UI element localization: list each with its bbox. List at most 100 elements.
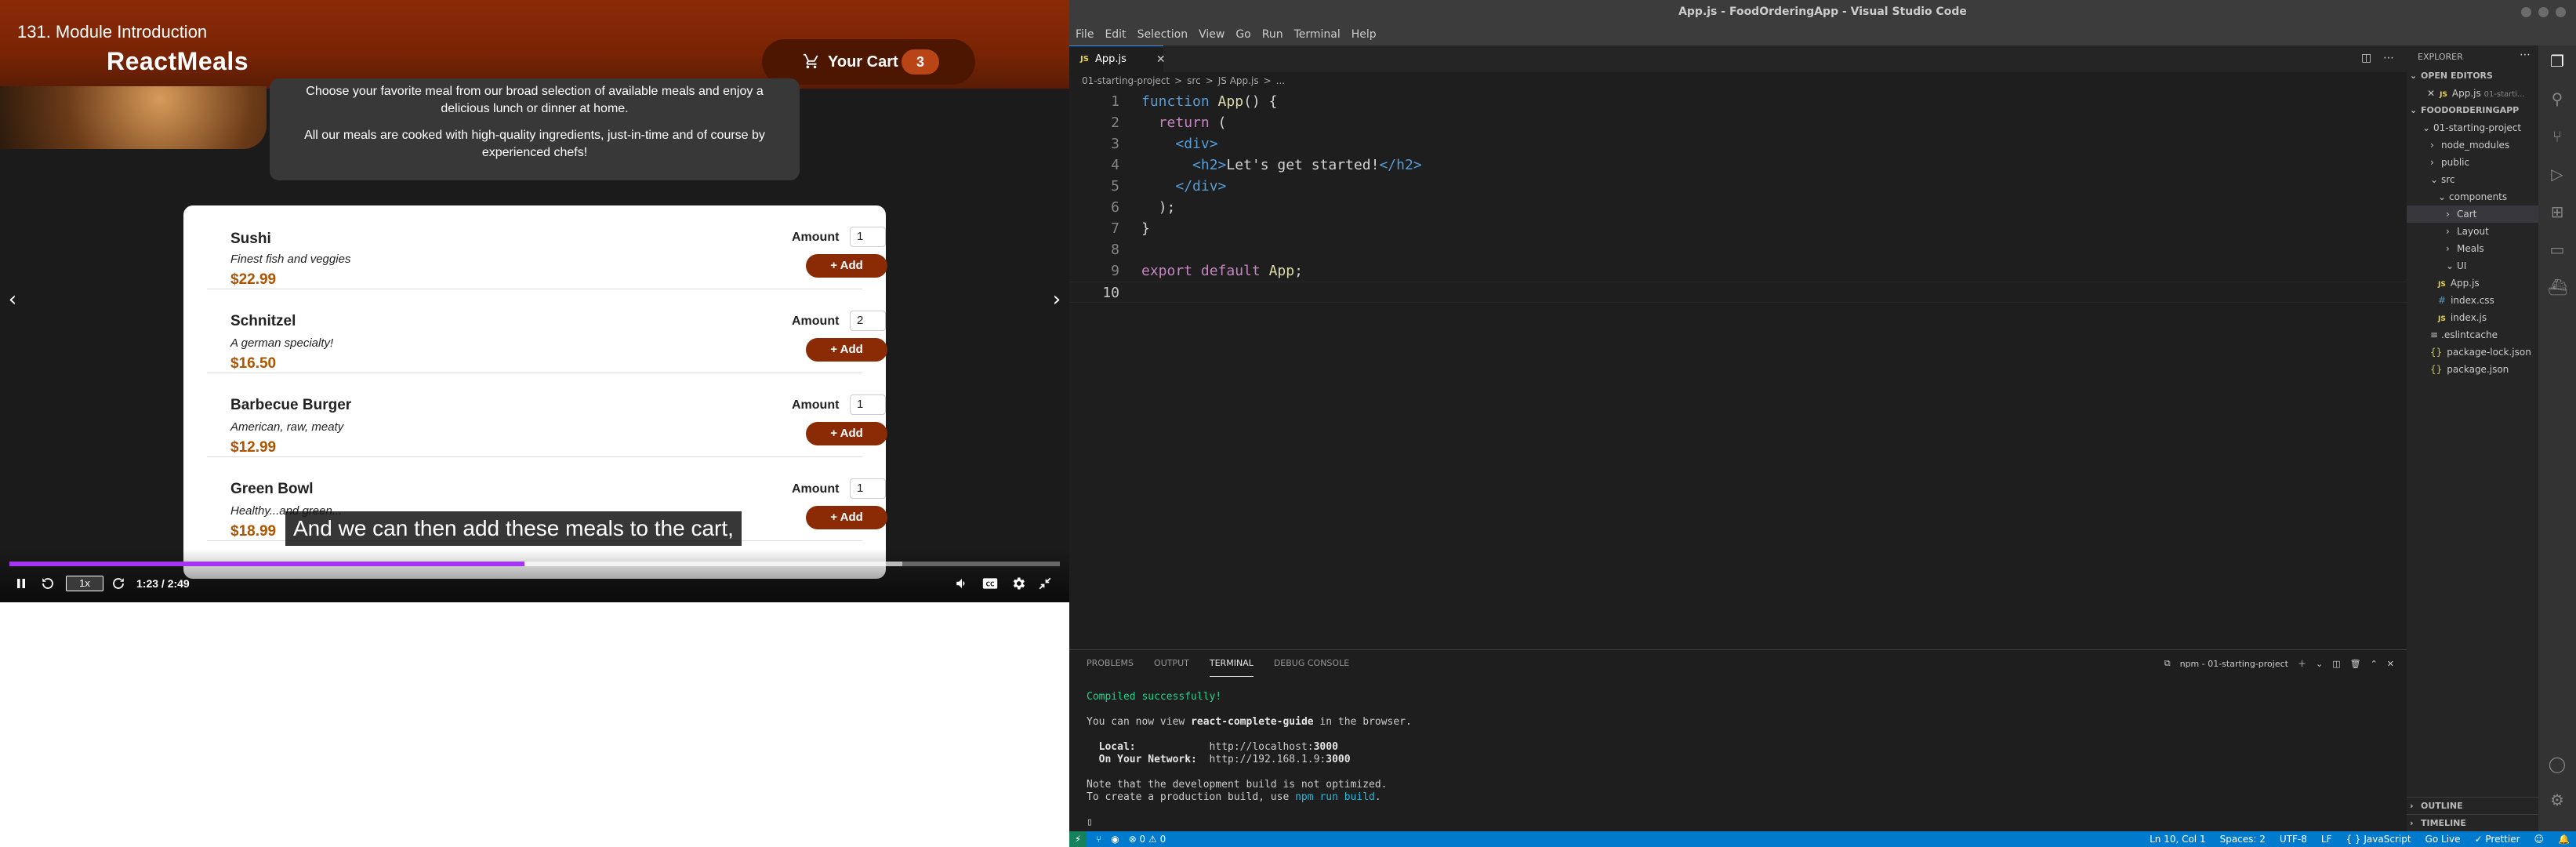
docker-icon[interactable]: ⛴ xyxy=(2548,278,2567,296)
menu-run[interactable]: Run xyxy=(1262,24,1283,45)
menu-file[interactable]: File xyxy=(1076,24,1094,45)
panel-tab-debug-console[interactable]: DEBUG CONSOLE xyxy=(1274,650,1349,677)
amount-input[interactable]: 1 xyxy=(850,227,886,247)
split-editor-icon[interactable]: ◫ xyxy=(2361,52,2371,64)
panel-tab-output[interactable]: OUTPUT xyxy=(1154,650,1189,677)
panel-tab-problems[interactable]: PROBLEMS xyxy=(1087,650,1134,677)
feedback-icon[interactable]: ☺ xyxy=(2534,831,2545,847)
more-actions-icon[interactable]: ⋯ xyxy=(2520,49,2531,61)
timeline-header[interactable]: › TIMELINE xyxy=(2407,814,2538,831)
tree-item[interactable]: JS index.js xyxy=(2407,309,2538,326)
cursor-position[interactable]: Ln 10, Col 1 xyxy=(2150,831,2206,847)
encoding[interactable]: UTF-8 xyxy=(2280,831,2307,847)
tree-item[interactable]: {} package-lock.json xyxy=(2407,344,2538,361)
terminal-line: You can now view xyxy=(1087,716,1192,728)
maximize-button[interactable] xyxy=(2538,7,2549,17)
minimize-button[interactable] xyxy=(2521,7,2531,17)
tree-item[interactable]: ⌄ 01-starting-project xyxy=(2407,119,2538,136)
menu-terminal[interactable]: Terminal xyxy=(1294,24,1341,45)
terminal-name[interactable]: npm - 01-starting-project xyxy=(2180,659,2288,669)
add-to-cart-button[interactable]: + Add xyxy=(806,338,887,362)
open-editors-header[interactable]: ⌄ OPEN EDITORS xyxy=(2407,67,2538,85)
next-lecture-icon[interactable]: › xyxy=(1047,289,1066,311)
language-mode[interactable]: { } JavaScript xyxy=(2346,831,2411,847)
gear-icon[interactable]: ⚙ xyxy=(2548,791,2567,809)
files-icon[interactable]: ❐ xyxy=(2548,52,2567,71)
more-actions-icon[interactable]: ⋯ xyxy=(2383,52,2394,64)
amount-input[interactable]: 2 xyxy=(850,311,886,331)
remote-indicator-icon[interactable]: ⚡ xyxy=(1069,831,1087,847)
problems-indicator[interactable]: ⊗ 0 ⚠ 0 xyxy=(1129,831,1166,847)
breadcrumb-item[interactable]: ... xyxy=(1276,72,1285,89)
add-to-cart-button[interactable]: + Add xyxy=(806,506,887,529)
tree-item[interactable]: › Cart xyxy=(2407,205,2538,223)
menu-selection[interactable]: Selection xyxy=(1137,24,1188,45)
tree-item[interactable]: › public xyxy=(2407,154,2538,171)
menu-help[interactable]: Help xyxy=(1351,24,1377,45)
tree-item[interactable]: ⌄ src xyxy=(2407,171,2538,188)
new-terminal-icon[interactable]: ＋ xyxy=(2298,657,2306,670)
add-to-cart-button[interactable]: + Add xyxy=(806,254,887,278)
live-share-icon[interactable]: ◉ xyxy=(1111,831,1119,847)
rewind-button[interactable] xyxy=(39,574,56,593)
outline-header[interactable]: › OUTLINE xyxy=(2407,797,2538,814)
tree-item[interactable]: › Layout xyxy=(2407,223,2538,240)
terminal-line: Local: xyxy=(1087,741,1136,753)
tree-item[interactable]: JS App.js xyxy=(2407,274,2538,292)
remote-explorer-icon[interactable]: ▭ xyxy=(2548,240,2567,259)
run-debug-icon[interactable]: ▷ xyxy=(2548,165,2567,184)
project-header[interactable]: ⌄ FOODORDERINGAPP xyxy=(2407,102,2538,119)
split-terminal-icon[interactable]: ◫ xyxy=(2332,659,2340,669)
settings-button[interactable] xyxy=(1010,574,1027,593)
extensions-icon[interactable]: ⊞ xyxy=(2548,202,2567,221)
terminal-output[interactable]: Compiled successfully! You can now view … xyxy=(1087,691,1412,829)
search-icon[interactable]: ⚲ xyxy=(2548,89,2567,108)
video-frame[interactable]: ReactMeals Your Cart 3 Choose your favor… xyxy=(0,0,1069,602)
tree-item[interactable]: ⌄ components xyxy=(2407,188,2538,205)
breadcrumb: 01-starting-project > src > JS App.js >... xyxy=(1082,72,1290,89)
breadcrumb-item[interactable]: 01-starting-project xyxy=(1082,72,1170,89)
bell-icon[interactable]: 🔔 xyxy=(2558,831,2570,847)
tree-item[interactable]: › Meals xyxy=(2407,240,2538,257)
close-icon[interactable]: ✕ xyxy=(1156,53,1166,66)
source-control-icon[interactable]: ⑂ xyxy=(2548,127,2567,146)
tree-item[interactable]: ≡ .eslintcache xyxy=(2407,326,2538,344)
account-icon[interactable]: ◯ xyxy=(2548,754,2567,773)
trash-icon[interactable]: 🗑 xyxy=(2350,659,2361,669)
close-icon[interactable]: ✕ xyxy=(2427,88,2435,99)
panel-tab-terminal[interactable]: TERMINAL xyxy=(1209,650,1254,677)
maximize-panel-icon[interactable]: ⌃ xyxy=(2371,659,2378,669)
exit-fullscreen-button[interactable] xyxy=(1036,574,1054,593)
previous-lecture-icon[interactable]: ‹ xyxy=(3,289,22,311)
close-window-button[interactable] xyxy=(2556,7,2566,17)
forward-button[interactable] xyxy=(110,574,127,593)
indentation[interactable]: Spaces: 2 xyxy=(2220,831,2266,847)
menu-view[interactable]: View xyxy=(1199,24,1225,45)
tree-item[interactable]: # index.css xyxy=(2407,292,2538,309)
breadcrumb-item[interactable]: JS App.js xyxy=(1218,72,1259,89)
pause-button[interactable] xyxy=(14,574,28,593)
go-live-button[interactable]: Go Live xyxy=(2425,831,2461,847)
open-editor-item[interactable]: ✕ JS App.js 01-starti... xyxy=(2407,85,2538,102)
close-icon[interactable]: ✕ xyxy=(2387,659,2394,669)
chevron-down-icon[interactable]: ⌄ xyxy=(2316,659,2323,669)
end-of-line[interactable]: LF xyxy=(2321,831,2332,847)
tree-item[interactable]: {} package.json xyxy=(2407,361,2538,378)
breadcrumb-item[interactable]: src xyxy=(1187,72,1201,89)
menu-edit[interactable]: Edit xyxy=(1105,24,1126,45)
amount-input[interactable]: 1 xyxy=(850,478,886,499)
progress-bar[interactable] xyxy=(9,562,1060,566)
playback-rate-button[interactable]: 1x xyxy=(66,576,103,591)
branch-icon[interactable]: ⑂ xyxy=(1096,831,1101,847)
menu-go[interactable]: Go xyxy=(1235,24,1250,45)
amount-input[interactable]: 1 xyxy=(850,394,886,415)
volume-button[interactable] xyxy=(953,574,971,593)
add-to-cart-button[interactable]: + Add xyxy=(806,422,887,445)
tab-app-js[interactable]: JS App.js ✕ xyxy=(1069,45,1166,72)
tree-item[interactable]: › node_modules xyxy=(2407,136,2538,154)
captions-button[interactable]: CC xyxy=(981,574,999,593)
terminal-line: Compiled successfully! xyxy=(1087,691,1222,703)
tree-item[interactable]: ⌄ UI xyxy=(2407,257,2538,274)
prettier-status[interactable]: ✓ Prettier xyxy=(2475,831,2520,847)
code-editor[interactable]: 1 function App() { 2 return ( 3 <div> 4 <… xyxy=(1069,91,2407,303)
